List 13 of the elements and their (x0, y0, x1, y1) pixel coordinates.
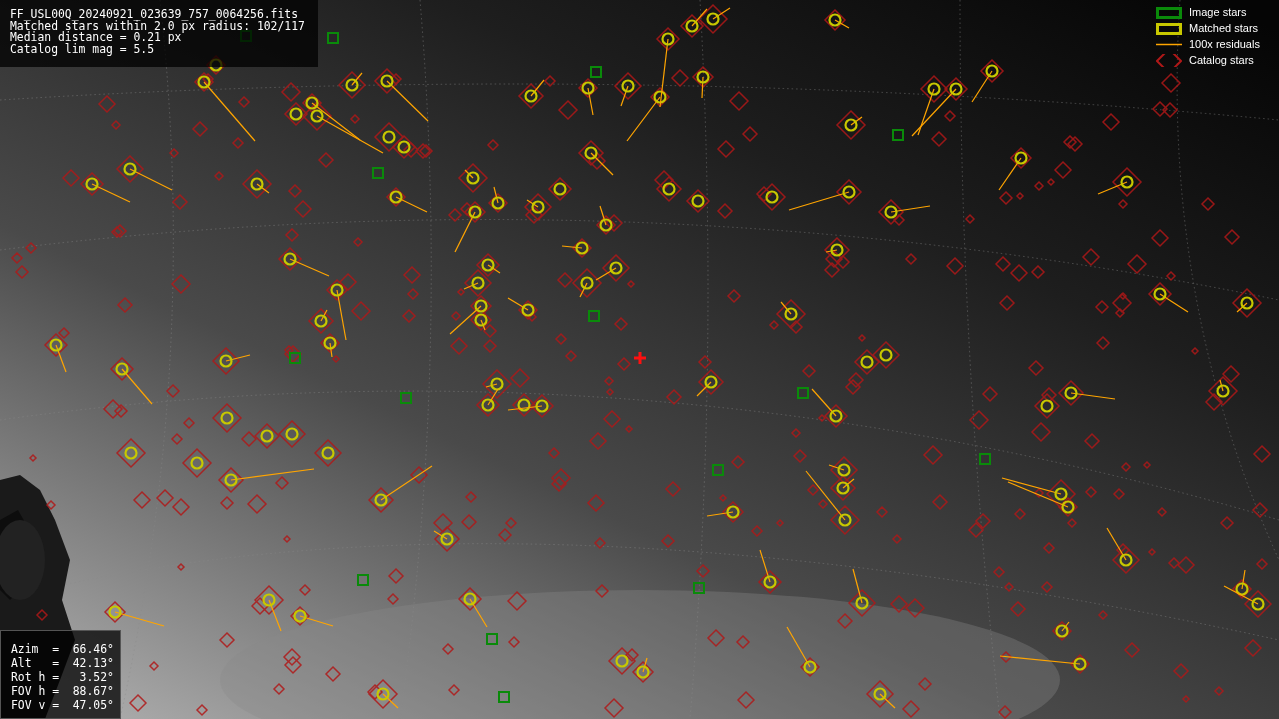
pointing-text: FOV h = 88.67° (11, 684, 114, 698)
pointing-text: Alt = 42.13° (11, 656, 114, 670)
info-text: Catalog lim mag = 5.5 (10, 43, 155, 55)
pointing-text: Azim = 66.46° (11, 642, 114, 656)
info-text: FF_USL00Q_20240921_023639_757_0064256.fits (10, 9, 300, 21)
legend-label: Matched stars (1189, 22, 1259, 35)
pointing-text: FOV v = 47.05° (11, 698, 114, 712)
pointing-text: Rot h = 3.52° (11, 670, 114, 684)
legend-label: 100x residuals (1189, 38, 1260, 51)
legend-label: Image stars (1189, 6, 1247, 19)
info-text: Median distance = 0.21 px (10, 32, 182, 44)
legend-label: Catalog stars (1189, 54, 1254, 67)
info-text: Matched stars within 2.0 px radius: 102/117 (10, 20, 306, 32)
